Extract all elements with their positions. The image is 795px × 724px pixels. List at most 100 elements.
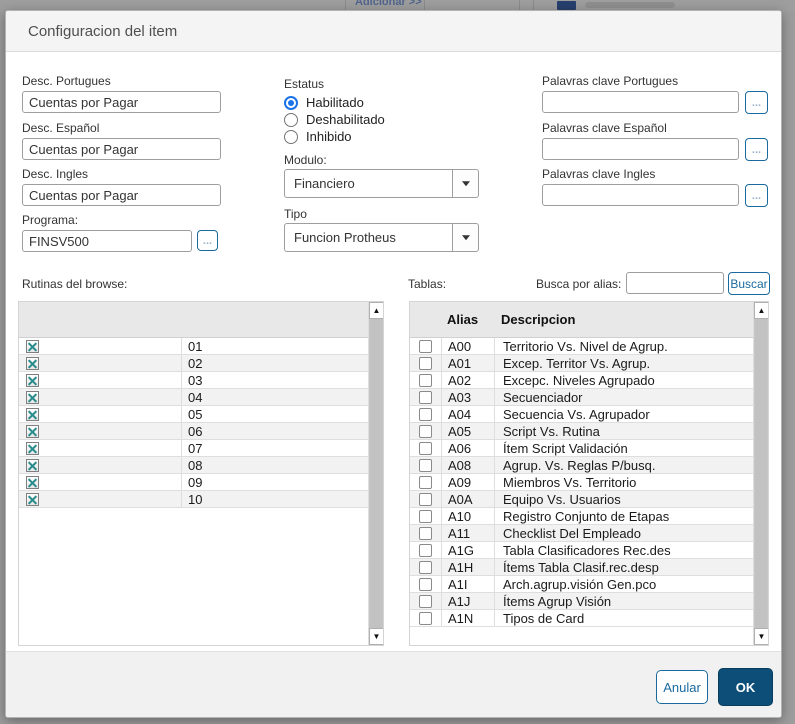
rutina-row[interactable]: 01 xyxy=(19,338,368,355)
tabla-row[interactable]: A05 Script Vs. Rutina xyxy=(410,423,753,440)
programa-browse-button[interactable]: ... xyxy=(197,230,218,251)
row-checkbox[interactable] xyxy=(419,475,432,489)
tabla-row[interactable]: A02 Excepc. Niveles Agrupado xyxy=(410,372,753,389)
tabla-row[interactable]: A1H Ítems Tabla Clasif.rec.desp xyxy=(410,559,753,576)
scroll-down-icon[interactable]: ▼ xyxy=(754,628,768,645)
programa-input[interactable] xyxy=(22,230,192,252)
background-divider xyxy=(345,0,346,10)
scroll-up-icon[interactable]: ▲ xyxy=(754,302,768,319)
tipo-select[interactable]: Funcion Protheus xyxy=(284,223,479,252)
row-checkbox[interactable] xyxy=(419,373,432,387)
palavras-espanol-input[interactable] xyxy=(542,138,739,160)
rutina-row[interactable]: 05 xyxy=(19,406,368,423)
row-checkbox[interactable] xyxy=(419,577,432,591)
radio-unselected-icon[interactable] xyxy=(284,129,298,144)
rutinas-scrollbar[interactable]: ▲ ▼ xyxy=(368,302,383,645)
row-checkbox[interactable] xyxy=(419,526,432,540)
row-checkbox[interactable] xyxy=(419,424,432,438)
anular-button[interactable]: Anular xyxy=(656,670,708,704)
radio-deshabilitado[interactable]: Deshabilitado xyxy=(284,112,385,127)
tabla-alias: A11 xyxy=(448,525,471,541)
radio-habilitado[interactable]: Habilitado xyxy=(284,95,364,110)
checked-checkbox-icon[interactable] xyxy=(26,339,39,353)
tabla-alias: A1N xyxy=(448,610,474,626)
radio-unselected-icon[interactable] xyxy=(284,112,298,127)
scrollbar-thumb[interactable] xyxy=(755,319,767,628)
checked-checkbox-icon[interactable] xyxy=(26,424,39,438)
tabla-row[interactable]: A00 Territorio Vs. Nivel de Agrup. xyxy=(410,338,753,355)
tabla-row[interactable]: A0A Equipo Vs. Usuarios xyxy=(410,491,753,508)
desc-espanol-input[interactable] xyxy=(22,138,221,160)
tabla-row[interactable]: A10 Registro Conjunto de Etapas xyxy=(410,508,753,525)
checked-checkbox-icon[interactable] xyxy=(26,475,39,489)
rutina-row[interactable]: 08 xyxy=(19,457,368,474)
checked-checkbox-icon[interactable] xyxy=(26,441,39,455)
tabla-row[interactable]: A1J Ítems Agrup Visión xyxy=(410,593,753,610)
tabla-row[interactable]: A06 Ítem Script Validación xyxy=(410,440,753,457)
tabla-row[interactable]: A08 Agrup. Vs. Reglas P/busq. xyxy=(410,457,753,474)
tabla-descripcion: Ítem Script Validación xyxy=(503,440,628,456)
rutina-row[interactable]: 03 xyxy=(19,372,368,389)
row-checkbox[interactable] xyxy=(419,339,432,353)
alias-column-header: Alias xyxy=(447,312,479,327)
row-checkbox[interactable] xyxy=(419,441,432,455)
tabla-row[interactable]: A01 Excep. Territor Vs. Agrup. xyxy=(410,355,753,372)
palavras-portugues-input[interactable] xyxy=(542,91,739,113)
rutina-row[interactable]: 07 xyxy=(19,440,368,457)
checked-checkbox-icon[interactable] xyxy=(26,356,39,370)
tabla-alias: A01 xyxy=(448,355,472,371)
checked-checkbox-icon[interactable] xyxy=(26,373,39,387)
scroll-down-icon[interactable]: ▼ xyxy=(369,628,383,645)
rutina-row[interactable]: 06 xyxy=(19,423,368,440)
row-checkbox[interactable] xyxy=(419,594,432,608)
radio-selected-icon[interactable] xyxy=(284,95,298,110)
checked-checkbox-icon[interactable] xyxy=(26,407,39,421)
tabla-checkbox-cell xyxy=(410,440,441,456)
background-adicionar-button: Adicionar >> xyxy=(355,0,422,8)
tablas-scrollbar[interactable]: ▲ ▼ xyxy=(753,302,768,645)
tabla-row[interactable]: A11 Checklist Del Empleado xyxy=(410,525,753,542)
palavras-ingles-browse-button[interactable]: ... xyxy=(745,184,768,207)
row-checkbox[interactable] xyxy=(419,458,432,472)
busca-por-alias-input[interactable] xyxy=(626,272,724,294)
tabla-descripcion: Tabla Clasificadores Rec.des xyxy=(503,542,671,558)
dialog-title: Configuracion del item xyxy=(6,11,781,52)
checked-checkbox-icon[interactable] xyxy=(26,458,39,472)
palavras-ingles-label: Palavras clave Ingles xyxy=(542,167,656,181)
row-checkbox[interactable] xyxy=(419,509,432,523)
palavras-ingles-input[interactable] xyxy=(542,184,739,206)
scrollbar-thumb[interactable] xyxy=(370,319,382,628)
row-checkbox[interactable] xyxy=(419,356,432,370)
row-checkbox[interactable] xyxy=(419,611,432,625)
tabla-row[interactable]: A1N Tipos de Card xyxy=(410,610,753,627)
tabla-row[interactable]: A1G Tabla Clasificadores Rec.des xyxy=(410,542,753,559)
tabla-row[interactable]: A03 Secuenciador xyxy=(410,389,753,406)
chevron-down-icon[interactable] xyxy=(452,170,478,197)
rutina-number: 04 xyxy=(188,389,203,405)
row-checkbox[interactable] xyxy=(419,492,432,506)
row-checkbox[interactable] xyxy=(419,407,432,421)
rutina-row[interactable]: 04 xyxy=(19,389,368,406)
checked-checkbox-icon[interactable] xyxy=(26,390,39,404)
tabla-row[interactable]: A1I Arch.agrup.visión Gen.pco xyxy=(410,576,753,593)
chevron-down-icon[interactable] xyxy=(452,224,478,251)
checked-checkbox-icon[interactable] xyxy=(26,492,39,506)
desc-portugues-input[interactable] xyxy=(22,91,221,113)
palavras-portugues-browse-button[interactable]: ... xyxy=(745,91,768,114)
rutina-row[interactable]: 10 xyxy=(19,491,368,508)
scroll-up-icon[interactable]: ▲ xyxy=(369,302,383,319)
rutina-row[interactable]: 09 xyxy=(19,474,368,491)
palavras-espanol-browse-button[interactable]: ... xyxy=(745,138,768,161)
radio-inhibido[interactable]: Inhibido xyxy=(284,129,352,144)
rutina-number: 07 xyxy=(188,440,203,456)
desc-ingles-input[interactable] xyxy=(22,184,221,206)
row-checkbox[interactable] xyxy=(419,560,432,574)
row-checkbox[interactable] xyxy=(419,390,432,404)
tabla-row[interactable]: A04 Secuencia Vs. Agrupador xyxy=(410,406,753,423)
ok-button[interactable]: OK xyxy=(718,668,773,706)
modulo-select[interactable]: Financiero xyxy=(284,169,479,198)
rutina-row[interactable]: 02 xyxy=(19,355,368,372)
tabla-row[interactable]: A09 Miembros Vs. Territorio xyxy=(410,474,753,491)
row-checkbox[interactable] xyxy=(419,543,432,557)
buscar-button[interactable]: Buscar xyxy=(728,272,770,295)
